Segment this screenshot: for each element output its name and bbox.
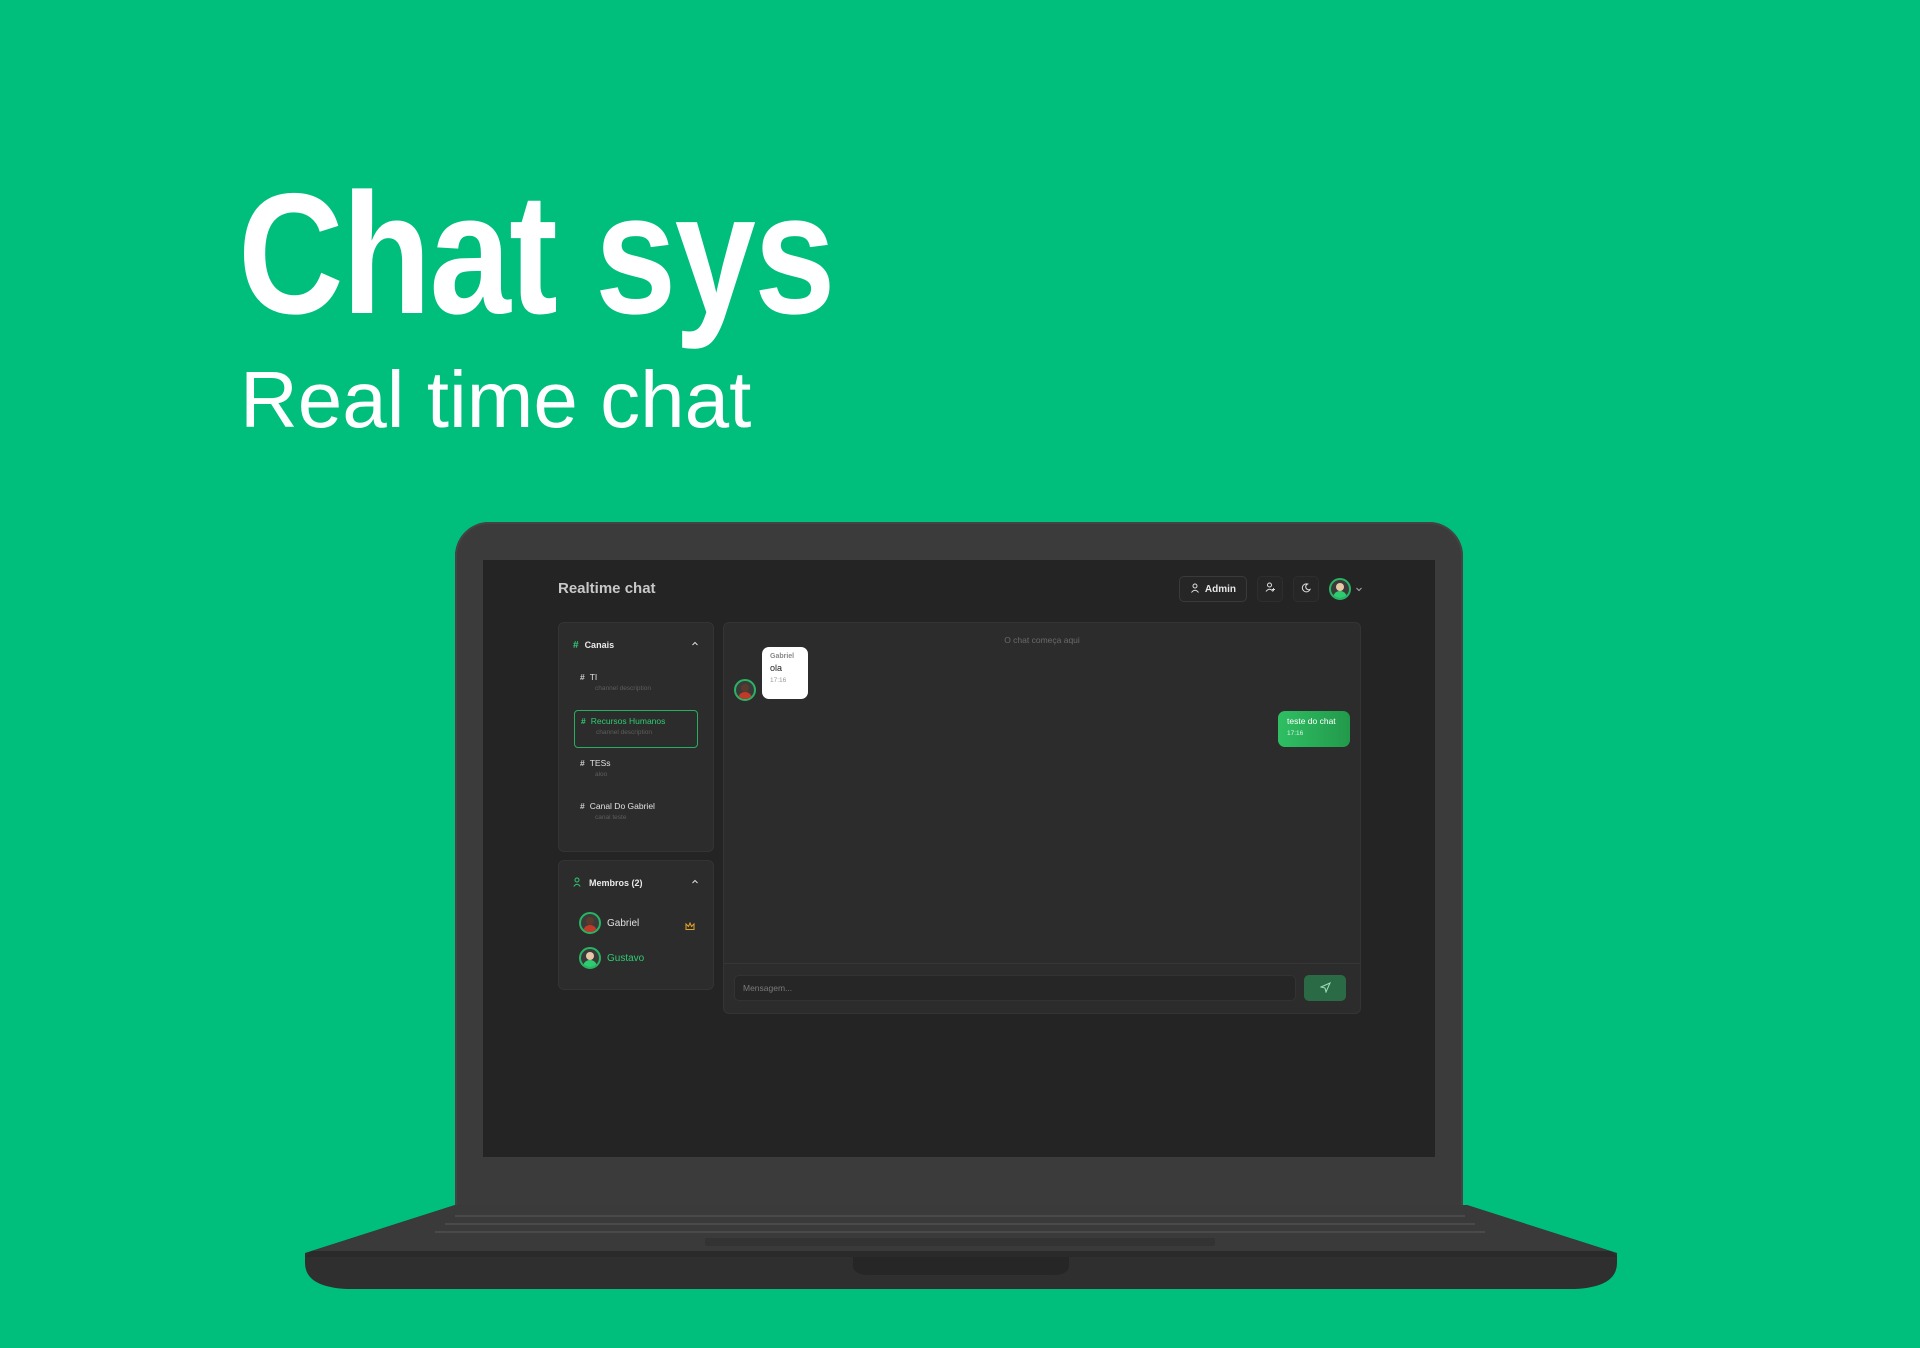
divider — [724, 963, 1360, 964]
avatar — [579, 947, 601, 969]
message-bubble-outgoing: teste do chat 17:16 — [1278, 711, 1350, 747]
members-header[interactable]: Membros (2) — [573, 876, 699, 890]
hash-icon: # — [580, 758, 585, 768]
channel-item-tess[interactable]: # TESs aloo — [574, 753, 698, 791]
message-bubble-incoming: Gabriel ola 17:16 — [762, 647, 808, 699]
message-time: 17:16 — [770, 677, 787, 684]
topbar-actions: Admin — [1178, 576, 1363, 602]
members-panel: Membros (2) Gabriel Gustavo — [558, 860, 714, 990]
member-name: Gabriel — [607, 917, 640, 929]
channel-description: channel description — [595, 685, 652, 692]
crown-icon — [685, 918, 695, 936]
send-icon — [1318, 981, 1331, 996]
hash-icon: # — [573, 639, 579, 651]
chevron-down-icon — [1355, 580, 1363, 598]
moon-icon — [1301, 580, 1312, 598]
channel-name: TI — [589, 672, 598, 682]
member-item-gustavo[interactable]: Gustavo — [579, 947, 644, 969]
channel-description: channel description — [596, 729, 653, 736]
hash-icon: # — [580, 672, 585, 682]
message-text: teste do chat — [1287, 716, 1336, 726]
app-title: Realtime chat — [558, 580, 656, 597]
chevron-up-icon — [691, 878, 699, 888]
channels-panel: # Canais # TI channel description # Recurs… — [558, 622, 714, 852]
channel-name: Canal Do Gabriel — [589, 801, 655, 811]
users-icon — [573, 877, 583, 889]
hash-icon: # — [580, 801, 585, 811]
message-sender: Gabriel — [770, 653, 795, 660]
message-text: ola — [770, 663, 783, 673]
add-user-button[interactable] — [1257, 576, 1283, 602]
hero-subtitle: Real time chat — [240, 355, 752, 444]
message-input[interactable] — [734, 975, 1296, 1001]
channel-description: aloo — [595, 771, 608, 778]
channel-item-canal-do-gabriel[interactable]: # Canal Do Gabriel canal teste — [574, 796, 698, 834]
send-button[interactable] — [1304, 975, 1346, 1001]
hero-title: Chat sys — [238, 158, 836, 350]
theme-toggle-button[interactable] — [1293, 576, 1319, 602]
avatar — [734, 679, 756, 701]
user-plus-icon — [1265, 580, 1276, 598]
avatar — [579, 912, 601, 934]
members-header-label: Membros (2) — [589, 878, 643, 888]
chat-panel: O chat começa aqui Gabriel ola 17:16 tes… — [723, 622, 1361, 1014]
message-time: 17:16 — [1287, 730, 1304, 737]
channel-description: canal teste — [595, 814, 627, 821]
chat-start-label: O chat começa aqui — [1004, 635, 1080, 645]
user-icon — [1190, 583, 1200, 596]
hash-icon: # — [581, 716, 586, 726]
admin-label: Admin — [1204, 583, 1236, 595]
laptop-base — [305, 1205, 1617, 1295]
stage: Chat sys Real time chat Realtime chat Ad… — [0, 0, 1920, 1348]
admin-button[interactable]: Admin — [1178, 576, 1247, 602]
channel-name: Recursos Humanos — [590, 716, 666, 726]
channel-item-ti[interactable]: # TI channel description — [574, 667, 698, 705]
profile-menu[interactable] — [1329, 578, 1363, 600]
chevron-up-icon — [691, 640, 699, 650]
member-item-gabriel[interactable]: Gabriel — [579, 912, 639, 934]
channel-item-recursos-humanos[interactable]: # Recursos Humanos channel description — [574, 710, 698, 748]
channels-header[interactable]: # Canais — [573, 638, 699, 652]
avatar — [1329, 578, 1351, 600]
channels-header-label: Canais — [584, 640, 615, 650]
channel-name: TESs — [589, 758, 611, 768]
app-screen: Realtime chat Admin # Canais # TI channe… — [483, 560, 1435, 1157]
member-name: Gustavo — [607, 952, 645, 964]
